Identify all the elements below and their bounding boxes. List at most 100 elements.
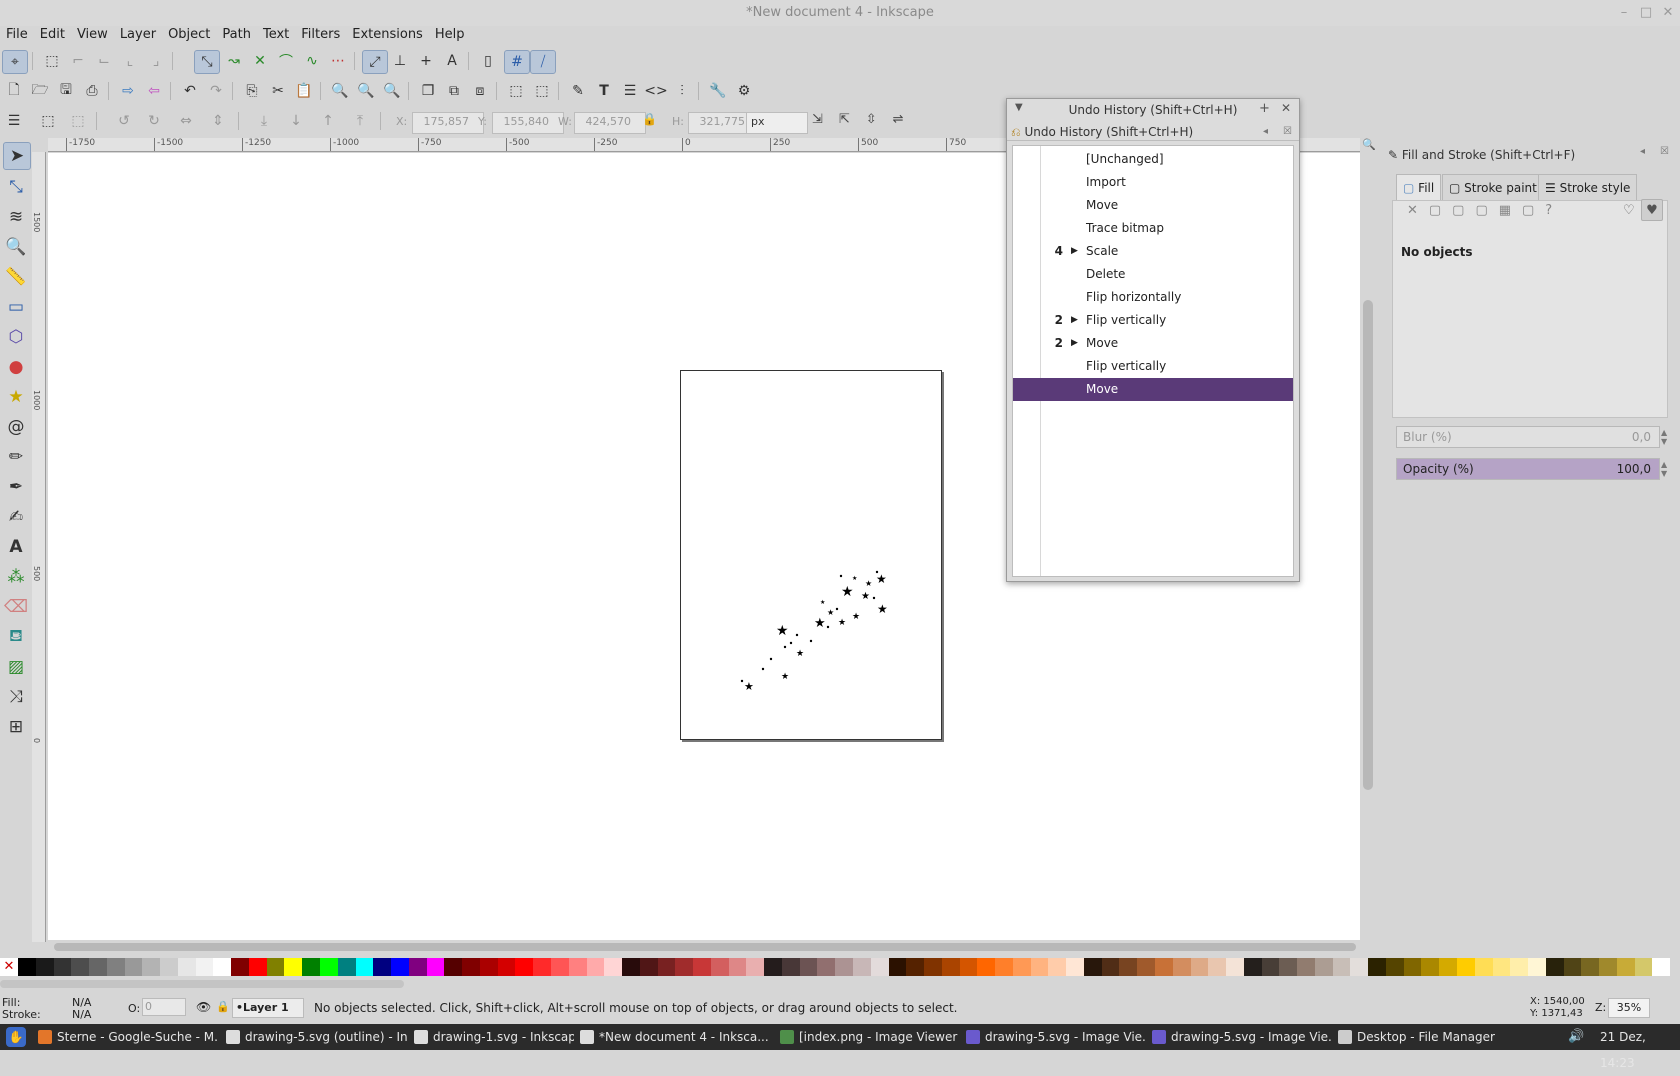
color-swatch[interactable] xyxy=(1581,958,1600,976)
zoom-page-icon[interactable]: 🔍 xyxy=(380,80,404,102)
maximize-icon[interactable]: □ xyxy=(1634,0,1658,26)
color-swatch[interactable] xyxy=(71,958,90,976)
tab-stroke-paint[interactable]: ▢ Stroke paint xyxy=(1442,174,1544,201)
rotate-ccw-icon[interactable]: ↺ xyxy=(112,110,136,132)
preferences-icon[interactable]: 🔧 xyxy=(706,80,730,102)
visibility-icon[interactable]: 👁 xyxy=(196,1000,211,1014)
color-swatch[interactable] xyxy=(106,958,125,976)
color-swatch[interactable] xyxy=(1119,958,1138,976)
star-shape[interactable]: ★ xyxy=(861,591,870,602)
minimize-icon[interactable]: – xyxy=(1612,0,1636,26)
selector-tool-icon[interactable]: ➤ xyxy=(3,142,31,170)
star-shape[interactable]: ★ xyxy=(781,672,789,682)
select-all-icon[interactable]: ☰ xyxy=(2,110,26,132)
w-input[interactable]: 424,570 xyxy=(574,112,646,134)
color-swatch[interactable] xyxy=(1439,958,1458,976)
horizontal-scroll-thumb[interactable] xyxy=(54,943,1356,951)
text-font-icon[interactable]: T xyxy=(592,80,616,102)
undo-history-item[interactable]: 2 ▶ Flip vertically xyxy=(1013,309,1293,332)
color-swatch[interactable] xyxy=(426,958,445,976)
snap-guide-icon[interactable]: ⧸ xyxy=(530,50,556,74)
menu-edit[interactable]: Edit xyxy=(34,24,71,46)
close-icon[interactable]: ✕ xyxy=(1656,0,1680,26)
color-swatch[interactable] xyxy=(639,958,658,976)
color-swatch[interactable] xyxy=(284,958,303,976)
deselect-icon[interactable]: ⬚ xyxy=(66,110,90,132)
star-shape[interactable]: ★ xyxy=(814,616,826,631)
color-swatch[interactable] xyxy=(35,958,54,976)
vertical-scrollbar[interactable] xyxy=(1360,150,1376,946)
blur-slider[interactable]: Blur (%) 0,0 xyxy=(1396,426,1660,448)
opacity-slider[interactable]: Opacity (%) 100,0 xyxy=(1396,458,1660,480)
no-paint-swatch-icon[interactable]: ✕ xyxy=(0,958,18,976)
xml-editor-icon[interactable]: <> xyxy=(644,80,668,102)
tab-fill[interactable]: ▢ Fill xyxy=(1396,174,1442,201)
taskbar-task[interactable]: Sterne - Google-Suche - M... xyxy=(38,1024,218,1050)
color-swatch[interactable] xyxy=(852,958,871,976)
menu-view[interactable]: View xyxy=(71,24,114,46)
color-swatch[interactable] xyxy=(1172,958,1191,976)
snap-intersection-icon[interactable]: ✕ xyxy=(248,50,272,72)
color-swatch[interactable] xyxy=(550,958,569,976)
taskbar-task[interactable]: drawing-5.svg (outline) - In... xyxy=(226,1024,408,1050)
color-swatch[interactable] xyxy=(320,958,338,976)
color-swatch[interactable] xyxy=(1243,958,1262,976)
color-swatch[interactable] xyxy=(1599,958,1617,976)
lower-icon[interactable]: ↓ xyxy=(284,110,308,132)
close-icon[interactable]: ☒ xyxy=(1283,123,1292,141)
rectangle-tool-icon[interactable]: ▭ xyxy=(3,294,29,320)
dropper-tool-icon[interactable]: ⤨ xyxy=(3,684,29,710)
snap-path-icon[interactable]: ↝ xyxy=(222,50,246,72)
color-swatch[interactable] xyxy=(1368,958,1386,976)
snap-text-baseline-icon[interactable]: A xyxy=(440,50,464,72)
color-swatch[interactable] xyxy=(924,958,942,976)
flip-vertical-icon[interactable]: ⇕ xyxy=(206,110,230,132)
color-swatch[interactable] xyxy=(870,958,889,976)
undo-history-item[interactable]: [Unchanged] xyxy=(1013,148,1293,171)
paint-type-icons[interactable]: ✕▢▢▢▦▢? xyxy=(1407,203,1563,218)
color-swatch[interactable] xyxy=(391,958,409,976)
color-swatch[interactable] xyxy=(1226,958,1244,976)
zoom-selection-icon[interactable]: 🔍 xyxy=(328,80,352,102)
color-swatch[interactable] xyxy=(1012,958,1031,976)
print-icon[interactable]: ⎙ xyxy=(80,80,104,102)
color-swatch[interactable] xyxy=(568,958,587,976)
blur-spinner-icon[interactable]: ▲ ▼ xyxy=(1661,428,1667,446)
lock-proportions-icon[interactable]: 🔒 xyxy=(642,112,657,126)
color-swatch[interactable] xyxy=(18,958,36,976)
star-shape[interactable]: ★ xyxy=(820,599,825,606)
star-shape[interactable]: ★ xyxy=(841,584,854,600)
clone-icon[interactable]: ⧉ xyxy=(442,80,466,102)
color-swatch[interactable] xyxy=(302,958,321,976)
color-swatch[interactable] xyxy=(1332,958,1351,976)
color-swatch[interactable] xyxy=(1492,958,1511,976)
spray-tool-icon[interactable]: ⁂ xyxy=(3,564,29,590)
color-swatch[interactable] xyxy=(177,958,196,976)
y-input[interactable]: 155,840 xyxy=(492,112,564,134)
color-swatch[interactable] xyxy=(1510,958,1529,976)
color-swatch[interactable] xyxy=(1545,958,1564,976)
undo-history-item[interactable]: Trace bitmap xyxy=(1013,217,1293,240)
color-swatch[interactable] xyxy=(1083,958,1102,976)
paste-icon[interactable]: 📋 xyxy=(292,80,316,102)
star-shape[interactable]: ★ xyxy=(776,623,789,639)
color-swatch[interactable] xyxy=(622,958,640,976)
color-swatch[interactable] xyxy=(1190,958,1209,976)
star-shape[interactable]: ★ xyxy=(876,572,887,586)
color-swatch[interactable] xyxy=(1066,958,1084,976)
color-swatch[interactable] xyxy=(1137,958,1155,976)
star-shape[interactable]: ★ xyxy=(838,618,846,628)
snap-nodes-icon[interactable]: ⤡ xyxy=(194,50,220,74)
undo-history-item[interactable]: Delete xyxy=(1013,263,1293,286)
color-swatch[interactable] xyxy=(1563,958,1582,976)
snap-cusp-icon[interactable]: ⌒ xyxy=(274,50,298,72)
document-properties-icon[interactable]: ⚙ xyxy=(732,80,756,102)
redo-icon[interactable]: ↷ xyxy=(204,80,228,102)
color-swatch[interactable] xyxy=(213,958,232,976)
undo-history-item[interactable]: Flip vertically xyxy=(1013,355,1293,378)
zoom-field[interactable]: 35% xyxy=(1608,998,1650,1018)
menu-extensions[interactable]: Extensions xyxy=(346,24,429,46)
star-shape[interactable]: ★ xyxy=(852,575,857,582)
menu-path[interactable]: Path xyxy=(216,24,257,46)
ungroup-icon[interactable]: ⬚ xyxy=(530,80,554,102)
